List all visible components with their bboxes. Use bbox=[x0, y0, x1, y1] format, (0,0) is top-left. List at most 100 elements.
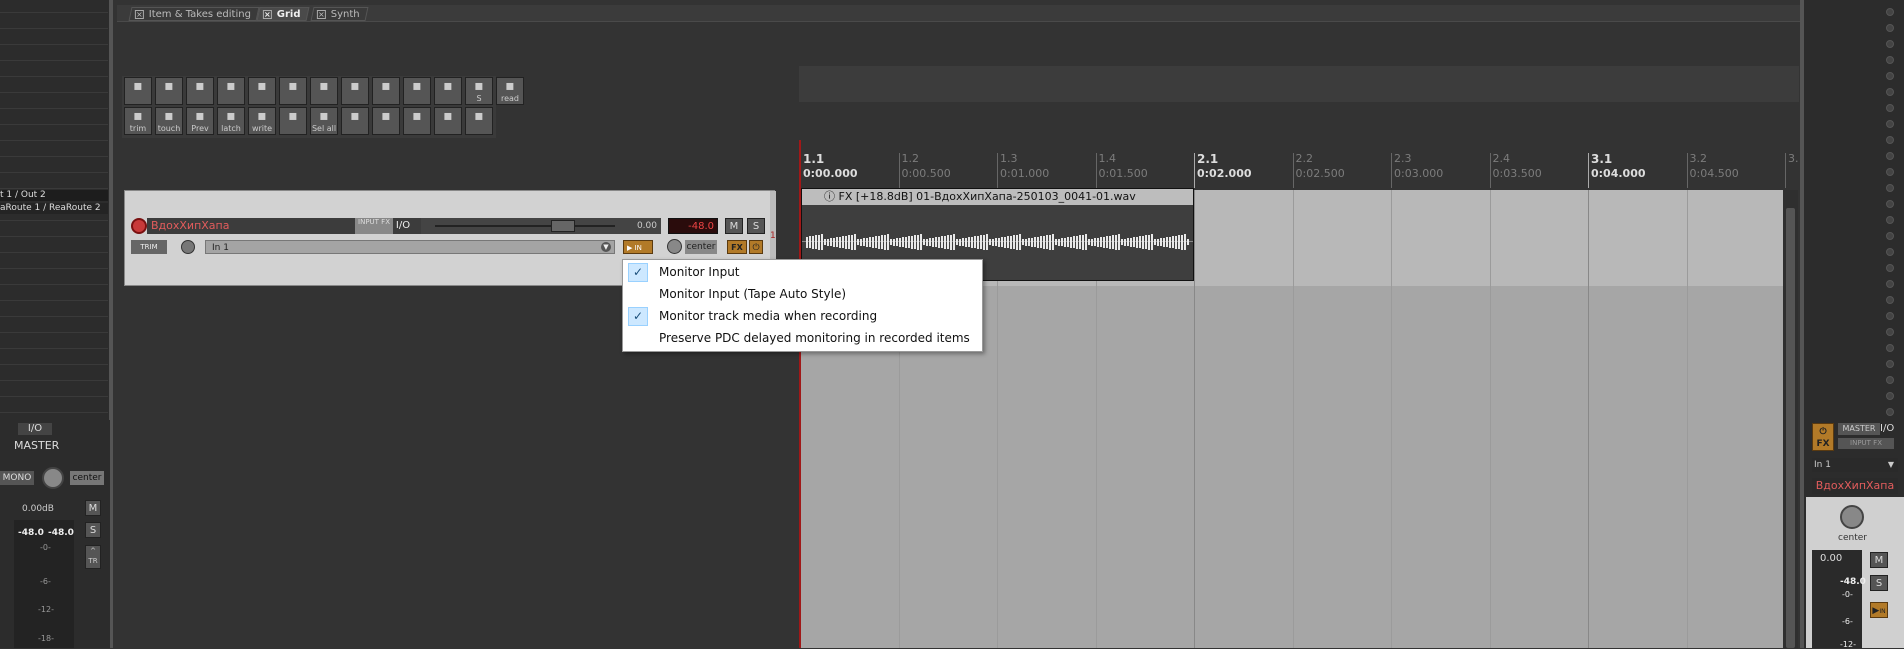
meter-dot-icon[interactable] bbox=[1886, 152, 1894, 160]
write-icon[interactable]: ▪ write bbox=[248, 107, 276, 135]
meter-dot-icon[interactable] bbox=[1886, 24, 1894, 32]
solo-button[interactable]: S bbox=[747, 218, 765, 234]
toolbar-tab-bar bbox=[117, 5, 1800, 22]
menu-item[interactable]: Monitor Input (Tape Auto Style) bbox=[625, 284, 980, 305]
meter-dot-icon[interactable] bbox=[1886, 120, 1894, 128]
meter-dot-icon[interactable] bbox=[1886, 360, 1894, 368]
meter-dot-icon[interactable] bbox=[1886, 392, 1894, 400]
tab-synth[interactable]: × Synth bbox=[310, 7, 369, 21]
menu-item[interactable]: ✓ Monitor track media when recording bbox=[625, 306, 980, 327]
media-icon[interactable]: ▪ bbox=[372, 107, 400, 135]
meter-dot-icon[interactable] bbox=[1886, 264, 1894, 272]
chart-icon[interactable]: ▪ bbox=[403, 107, 431, 135]
meter-dot-icon[interactable] bbox=[1886, 136, 1894, 144]
select-all-icon[interactable]: ▪Sel all tracks bbox=[310, 107, 338, 135]
draw-icon[interactable]: ▪ bbox=[248, 77, 276, 105]
mixer-master-send-button[interactable]: MASTER bbox=[1838, 423, 1880, 435]
menu-item[interactable]: Preserve PDC delayed monitoring in recor… bbox=[625, 328, 980, 349]
meter-dot-icon[interactable] bbox=[1886, 296, 1894, 304]
envelope-icon[interactable]: ▪ bbox=[217, 77, 245, 105]
solo-icon[interactable]: ▪ S bbox=[465, 77, 493, 105]
meter-dot-icon[interactable] bbox=[1886, 232, 1894, 240]
record-input-select[interactable]: In 1 ▼ bbox=[205, 240, 615, 254]
volume-fader[interactable]: 0.00 bbox=[421, 218, 661, 234]
touch-icon[interactable]: ▪ touch bbox=[155, 107, 183, 135]
automation-icon[interactable]: ▪ bbox=[310, 77, 338, 105]
mixer-fx-button[interactable]: ⏻ FX bbox=[1812, 423, 1834, 451]
meter-dot-icon[interactable] bbox=[1886, 376, 1894, 384]
item-icon[interactable]: ▪ bbox=[186, 77, 214, 105]
meter-dot-icon[interactable] bbox=[1886, 104, 1894, 112]
meter-dot-icon[interactable] bbox=[1886, 280, 1894, 288]
pan-knob[interactable] bbox=[667, 239, 682, 254]
mixer-io-button[interactable]: I/O bbox=[1880, 423, 1894, 434]
media-item-header[interactable]: ⓘ FX [+18.8dB] 01-ВдохХипХапа-250103_004… bbox=[802, 189, 1193, 205]
chevron-down-icon: ▼ bbox=[601, 242, 611, 252]
mixer-solo-button[interactable]: S bbox=[1870, 575, 1888, 591]
tab-grid[interactable]: × Grid bbox=[256, 7, 310, 21]
meter-dot-icon[interactable] bbox=[1886, 88, 1894, 96]
pencil-icon[interactable]: ▪ bbox=[341, 107, 369, 135]
master-mute-button[interactable]: M bbox=[85, 500, 101, 516]
mixer-monitor-button[interactable]: ▶IN bbox=[1870, 602, 1888, 618]
tab-item-takes-editing[interactable]: × Item & Takes editing bbox=[128, 7, 260, 21]
latch-icon[interactable]: ▪ latch bbox=[217, 107, 245, 135]
meter-dot-icon[interactable] bbox=[1886, 248, 1894, 256]
fader-knob[interactable] bbox=[551, 220, 575, 232]
meter-dot-icon[interactable] bbox=[1886, 72, 1894, 80]
meter-dot-icon[interactable] bbox=[1886, 56, 1894, 64]
mono-button[interactable]: MONO bbox=[0, 471, 34, 485]
grid-icon[interactable]: ▪ bbox=[341, 77, 369, 105]
left-route-2[interactable]: aRoute 1 / ReaRoute 2 bbox=[0, 203, 108, 214]
freeze-icon: ▪ bbox=[474, 108, 484, 124]
scrollbar-thumb[interactable] bbox=[1786, 208, 1795, 648]
record-monitor-button[interactable]: ▶ IN bbox=[623, 240, 653, 254]
io-button[interactable]: I/O bbox=[393, 218, 413, 234]
master-io-button[interactable]: I/O bbox=[18, 423, 52, 435]
master-solo-button[interactable]: S bbox=[85, 522, 101, 538]
mixer-mute-button[interactable]: M bbox=[1870, 552, 1888, 568]
meter-dot-icon[interactable] bbox=[1886, 344, 1894, 352]
meter-dot-icon[interactable] bbox=[1886, 216, 1894, 224]
meter-dot-icon[interactable] bbox=[1886, 312, 1894, 320]
mixer-track-name[interactable]: ВдохХипХапа bbox=[1812, 478, 1898, 494]
meter-dot-icon[interactable] bbox=[1886, 168, 1894, 176]
mixer-input-fx-button[interactable]: INPUT FX bbox=[1838, 438, 1894, 449]
meter-dot-icon[interactable] bbox=[1886, 184, 1894, 192]
monitor-context-menu: ✓ Monitor Input Monitor Input (Tape Auto S… bbox=[622, 259, 983, 352]
freeze-off-icon[interactable]: ▪ bbox=[434, 107, 462, 135]
left-route-1[interactable]: t 1 / Out 2 bbox=[0, 190, 108, 201]
read-icon[interactable]: ▪ read bbox=[496, 77, 524, 105]
preview-icon[interactable]: ▪ Prev bbox=[186, 107, 214, 135]
mute-button[interactable]: M bbox=[725, 218, 743, 234]
meter-dot-icon[interactable] bbox=[1886, 200, 1894, 208]
track-peak-meter[interactable]: -48.0 bbox=[668, 218, 718, 234]
fx-bypass-button[interactable]: ⏻ bbox=[749, 240, 763, 254]
meter-dot-icon[interactable] bbox=[1886, 8, 1894, 16]
input-fx-button[interactable]: INPUT FX bbox=[355, 218, 393, 234]
ripple-icon[interactable]: ▪ bbox=[434, 77, 462, 105]
mixer-pan-knob[interactable] bbox=[1840, 505, 1864, 529]
meter-dot-icon[interactable] bbox=[1886, 408, 1894, 416]
phase-invert-button[interactable] bbox=[181, 240, 195, 254]
lock-icon[interactable]: ▪ bbox=[403, 77, 431, 105]
menu-item[interactable]: ✓ Monitor Input bbox=[625, 262, 980, 283]
master-pan-knob[interactable] bbox=[42, 467, 64, 489]
record-arm-button[interactable] bbox=[131, 218, 147, 234]
toolbar-button-label: trim bbox=[129, 124, 147, 133]
metronome-icon[interactable]: ▪ bbox=[124, 77, 152, 105]
vertical-scrollbar[interactable] bbox=[1783, 190, 1798, 648]
meter-dot-icon[interactable] bbox=[1886, 40, 1894, 48]
master-trim-button[interactable]: ^ TR bbox=[85, 545, 101, 569]
trim-icon[interactable]: ▪ trim bbox=[124, 107, 152, 135]
meter-dot-icon[interactable] bbox=[1886, 328, 1894, 336]
freeze-icon[interactable]: ▪ bbox=[465, 107, 493, 135]
waveform-peak bbox=[1040, 236, 1042, 248]
loop-icon[interactable]: ▪ bbox=[372, 77, 400, 105]
mixer-input-select[interactable]: In 1 ▼ bbox=[1812, 458, 1898, 472]
automation-mode-button[interactable]: TRIM bbox=[131, 240, 167, 254]
hand-icon[interactable]: ▪ bbox=[279, 77, 307, 105]
select-icon[interactable]: ▪ bbox=[155, 77, 183, 105]
fx-button[interactable]: FX bbox=[727, 240, 747, 254]
record-icon[interactable]: ▪ bbox=[279, 107, 307, 135]
